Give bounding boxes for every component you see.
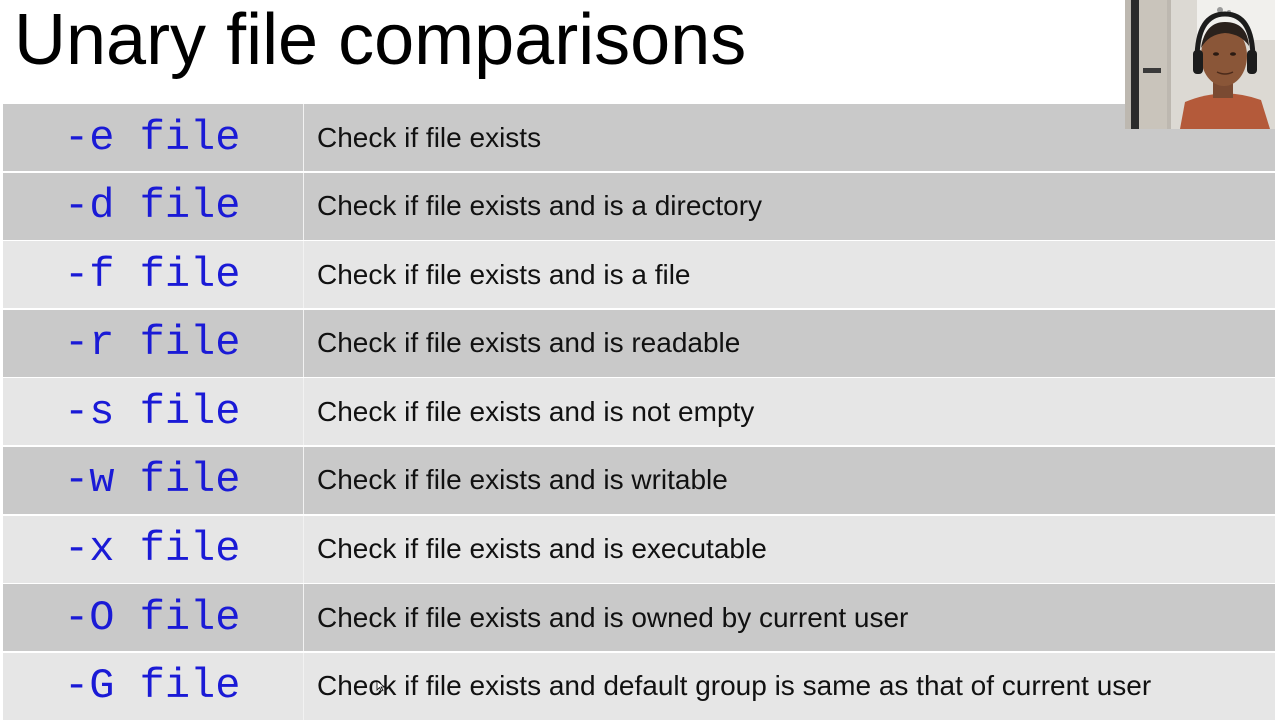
flag-cell: -G file	[3, 652, 304, 720]
flag-text: -r file	[64, 319, 241, 368]
flag-cell: -s file	[3, 378, 304, 446]
description-text: Check if file exists and is writable	[317, 464, 728, 496]
description-cell: Check if file exists and is not empty	[304, 378, 1275, 445]
description-text: Check if file exists and is readable	[317, 327, 741, 359]
table-row: -d file Check if file exists and is a di…	[3, 172, 1275, 240]
description-text: Check if file exists and default group i…	[317, 670, 1152, 702]
table-row: -e file Check if file exists	[3, 104, 1275, 171]
table-row: -f file Check if file exists and is a fi…	[3, 241, 1275, 309]
description-cell: Check if file exists and is readable	[304, 310, 1275, 377]
mouse-pointer-icon	[376, 680, 386, 692]
description-cell: Check if file exists and is a file	[304, 241, 1275, 308]
table-row: -x file Check if file exists and is exec…	[3, 515, 1275, 583]
flag-text: -w file	[64, 456, 241, 505]
description-text: Check if file exists and is a file	[317, 258, 691, 290]
flag-cell: -f file	[3, 241, 304, 309]
table-row: -w file Check if file exists and is writ…	[3, 446, 1275, 514]
slide-title: Unary file comparisons	[14, 0, 747, 80]
table-row: -O file Check if file exists and is owne…	[3, 584, 1275, 652]
description-cell: Check if file exists and default group i…	[304, 653, 1275, 720]
flag-cell: -w file	[3, 446, 304, 514]
description-text: Check if file exists and is a directory	[317, 190, 763, 222]
description-cell: Check if file exists and is writable	[304, 447, 1275, 514]
flag-cell: -e file	[3, 104, 304, 171]
comparison-table: -e file Check if file exists -d file Che…	[3, 104, 1275, 721]
table-row: -s file Check if file exists and is not …	[3, 378, 1275, 446]
flag-text: -d file	[64, 182, 241, 231]
description-text: Check if file exists and is owned by cur…	[317, 601, 909, 633]
webcam-picture	[1125, 0, 1275, 129]
flag-cell: -x file	[3, 515, 304, 583]
flag-text: -O file	[64, 593, 241, 642]
description-text: Check if file exists	[317, 121, 542, 153]
flag-text: -G file	[64, 662, 241, 711]
table-row: -G file Check if file exists and default…	[3, 652, 1275, 720]
description-text: Check if file exists and is not empty	[317, 395, 755, 427]
description-cell: Check if file exists and is executable	[304, 516, 1275, 583]
description-cell: Check if file exists and is owned by cur…	[304, 584, 1275, 651]
flag-text: -f file	[64, 250, 241, 299]
flag-text: -e file	[64, 113, 241, 162]
flag-text: -s file	[64, 387, 241, 436]
flag-text: -x file	[64, 525, 241, 574]
flag-cell: -r file	[3, 309, 304, 377]
flag-cell: -O file	[3, 584, 304, 652]
table-row: -r file Check if file exists and is read…	[3, 309, 1275, 377]
flag-cell: -d file	[3, 172, 304, 240]
description-text: Check if file exists and is executable	[317, 533, 767, 565]
description-cell: Check if file exists and is a directory	[304, 173, 1275, 240]
presenter-webcam	[1125, 0, 1275, 129]
